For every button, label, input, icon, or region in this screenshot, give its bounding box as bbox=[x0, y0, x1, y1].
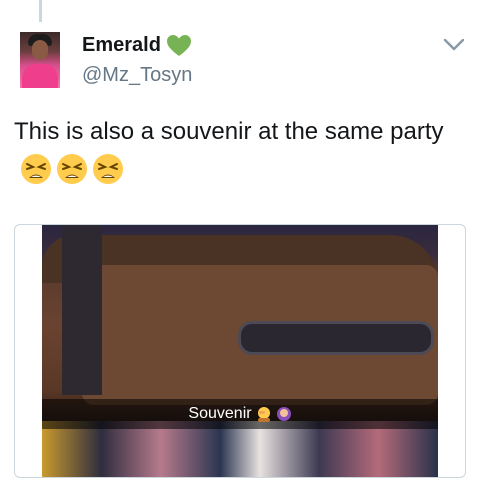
tweet-text-content: This is also a souvenir at the same part… bbox=[14, 118, 444, 145]
tired-face-emoji bbox=[21, 153, 51, 184]
suitcase-strap bbox=[62, 225, 102, 395]
thread-connector-line bbox=[39, 0, 42, 22]
user-handle[interactable]: @Mz_Tosyn bbox=[82, 64, 192, 87]
video-thumbnail[interactable]: Souvenir bbox=[42, 225, 438, 477]
media-card[interactable]: Souvenir bbox=[14, 224, 466, 478]
person-icon-emoji bbox=[276, 407, 291, 421]
crowd-background bbox=[42, 421, 438, 477]
snapchat-caption-bar: Souvenir bbox=[42, 399, 438, 429]
emoji-row bbox=[20, 153, 124, 185]
suitcase-handle bbox=[238, 321, 434, 355]
caption-text: Souvenir bbox=[188, 405, 252, 422]
author-name-row[interactable]: Emerald bbox=[82, 34, 191, 57]
chevron-down-icon[interactable] bbox=[443, 38, 465, 52]
avatar[interactable] bbox=[20, 32, 60, 88]
display-name[interactable]: Emerald bbox=[82, 34, 161, 57]
tweet-text: This is also a souvenir at the same part… bbox=[14, 114, 464, 186]
tired-face-emoji bbox=[93, 153, 123, 184]
green-heart-icon bbox=[166, 34, 191, 56]
person-facepalming-emoji bbox=[257, 407, 270, 422]
tired-face-emoji bbox=[57, 153, 87, 184]
